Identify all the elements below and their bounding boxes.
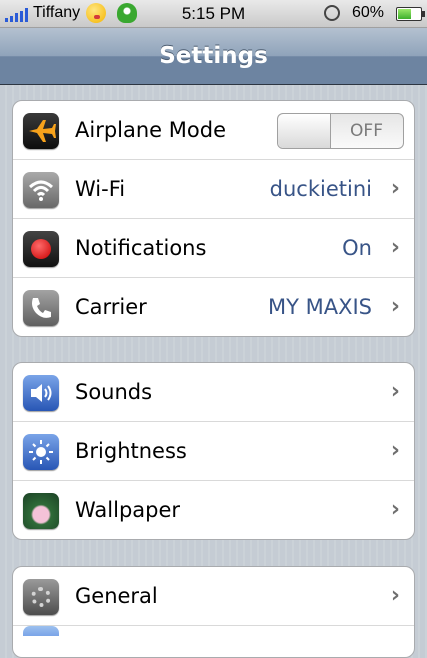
chevron-right-icon: › [390,235,400,260]
settings-group-general: General › [12,566,415,658]
settings-group-display: Sounds › Brightness › Wallpaper › [12,362,415,540]
chevron-right-icon: › [390,379,400,404]
page-title: Settings [159,43,268,69]
row-partial[interactable] [13,626,414,636]
gear-icon [23,579,59,615]
partial-icon [23,626,59,636]
notifications-icon [23,231,59,267]
general-label: General [75,584,158,608]
wifi-icon [23,172,59,208]
sounds-label: Sounds [75,380,153,404]
speaker-icon [23,375,59,411]
wifi-value: duckietini [269,177,372,201]
battery-icon [396,7,425,21]
chevron-right-icon: › [390,497,400,522]
battery-percent: 60% [352,4,385,21]
chevron-right-icon: › [390,438,400,463]
rotation-lock-icon [324,5,340,21]
toggle-state: OFF [350,121,383,141]
airplane-mode-toggle[interactable]: OFF [277,113,404,149]
carrier-value: MY MAXIS [267,295,372,319]
row-carrier[interactable]: Carrier MY MAXIS › [13,278,414,336]
row-general[interactable]: General › [13,567,414,626]
chevron-right-icon: › [390,294,400,319]
notifications-label: Notifications [75,236,207,260]
notifications-value: On [342,236,372,260]
brightness-label: Brightness [75,439,187,463]
row-wallpaper[interactable]: Wallpaper › [13,481,414,539]
navigation-bar: Settings [0,28,427,85]
row-airplane-mode[interactable]: Airplane Mode OFF [13,101,414,160]
wallpaper-label: Wallpaper [75,498,181,522]
row-wifi[interactable]: Wi-Fi duckietini › [13,160,414,219]
airplane-mode-label: Airplane Mode [75,118,226,142]
flower-icon [23,493,59,529]
row-brightness[interactable]: Brightness › [13,422,414,481]
settings-group-connectivity: Airplane Mode OFF Wi-Fi duckietini › Not… [12,100,415,337]
chevron-right-icon: › [390,583,400,608]
status-bar: Tiffany 5:15 PM 60% [0,0,427,28]
row-sounds[interactable]: Sounds › [13,363,414,422]
carrier-label: Carrier [75,295,147,319]
chevron-right-icon: › [390,176,400,201]
airplane-icon [23,113,59,149]
toggle-knob [278,114,331,148]
row-notifications[interactable]: Notifications On › [13,219,414,278]
phone-icon [23,290,59,326]
wifi-label: Wi-Fi [75,177,126,201]
sun-icon [23,434,59,470]
